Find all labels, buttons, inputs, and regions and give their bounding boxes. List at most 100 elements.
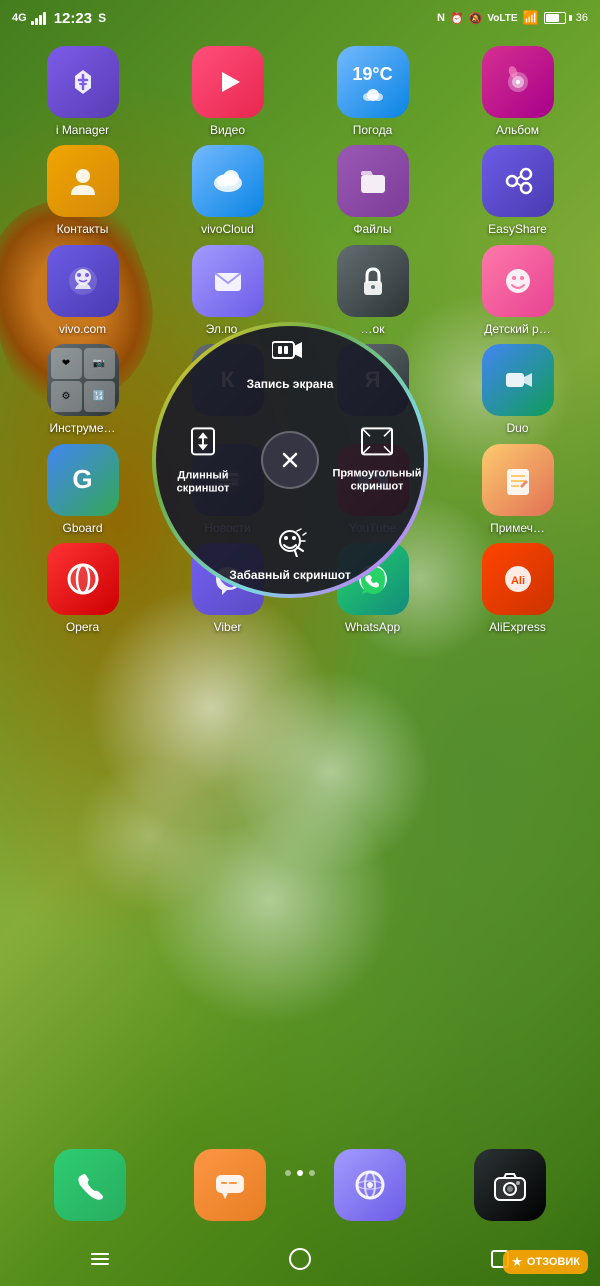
vivocloud-label: vivoCloud	[201, 222, 254, 236]
vivocom-icon[interactable]	[47, 245, 119, 317]
video-svg	[208, 62, 248, 102]
contacts-svg	[63, 161, 103, 201]
easyshare-icon[interactable]	[482, 145, 554, 217]
weather-icon[interactable]: 19°C	[337, 46, 409, 118]
signal-indicator: 4G	[12, 12, 27, 24]
fun-screenshot-svg	[273, 527, 307, 557]
tools-icon[interactable]: ❤ 📷 ⚙ 🔢	[47, 344, 119, 416]
app-contacts[interactable]: Контакты	[23, 145, 143, 236]
weather-temp: 19°C	[352, 64, 392, 85]
tools-label: Инструме…	[49, 421, 115, 435]
app-aliexpress[interactable]: Ali AliExpress	[458, 543, 578, 634]
app-opera[interactable]: Opera	[23, 543, 143, 634]
app-imanager[interactable]: i Manager	[23, 46, 143, 137]
aliexpress-label: AliExpress	[489, 620, 546, 634]
battery-body	[544, 12, 566, 24]
app-duo[interactable]: Duo	[458, 344, 578, 435]
email-svg	[208, 261, 248, 301]
email-icon[interactable]	[192, 245, 264, 317]
app-tools[interactable]: ❤ 📷 ⚙ 🔢 Инструме…	[23, 344, 143, 435]
opera-label: Opera	[66, 620, 99, 634]
battery: 36	[544, 12, 588, 24]
vivocloud-icon[interactable]	[192, 145, 264, 217]
nav-home-svg	[288, 1247, 312, 1271]
lock-icon[interactable]	[337, 245, 409, 317]
easyshare-label: EasyShare	[488, 222, 547, 236]
files-label: Файлы	[353, 222, 391, 236]
gboard-icon[interactable]: G	[47, 444, 119, 516]
lock-svg	[353, 261, 393, 301]
app-vivocom[interactable]: vivo.com	[23, 245, 143, 336]
bar3	[39, 15, 42, 25]
app-weather[interactable]: 19°C Погода	[313, 46, 433, 137]
tools-mini-3: ⚙	[51, 381, 82, 412]
notes-svg	[498, 460, 538, 500]
menu-record[interactable]: Запись экрана	[225, 338, 355, 391]
battery-level: 36	[576, 12, 588, 24]
aliexpress-icon[interactable]: Ali	[482, 543, 554, 615]
app-album[interactable]: Альбом	[458, 46, 578, 137]
rect-screenshot-label: Прямоугольный скриншот	[332, 467, 422, 493]
duo-icon[interactable]	[482, 344, 554, 416]
watermark-text: ОТЗОВИК	[527, 1256, 580, 1268]
app-notes[interactable]: Примеч…	[458, 444, 578, 535]
bar2	[35, 18, 38, 25]
duo-svg	[498, 360, 538, 400]
tools-mini-1: ❤	[51, 348, 82, 379]
record-svg	[272, 338, 308, 366]
menu-close-button[interactable]	[261, 431, 319, 489]
video-icon[interactable]	[192, 46, 264, 118]
nav-home[interactable]	[275, 1234, 325, 1284]
files-svg	[353, 161, 393, 201]
bar1	[31, 21, 34, 25]
tools-mini-2: 📷	[84, 348, 115, 379]
app-row-1: i Manager Видео 19°C Погода	[10, 46, 590, 137]
signal-bars	[31, 11, 46, 25]
dock-camera-icon[interactable]	[474, 1149, 546, 1221]
dock-phone[interactable]	[30, 1149, 150, 1226]
dock-phone-icon[interactable]	[54, 1149, 126, 1221]
album-label: Альбом	[496, 123, 539, 137]
kids-icon[interactable]	[482, 245, 554, 317]
app-vivocloud[interactable]: vivoCloud	[168, 145, 288, 236]
app-video[interactable]: Видео	[168, 46, 288, 137]
menu-rect-screenshot[interactable]: Прямоугольный скриншот	[332, 426, 422, 493]
app-gboard[interactable]: G Gboard	[23, 444, 143, 535]
menu-fun-screenshot[interactable]: Забавный скриншот	[225, 527, 355, 582]
watermark: ★ ОТЗОВИК	[503, 1250, 588, 1274]
dock-jovi-icon[interactable]	[334, 1149, 406, 1221]
files-icon[interactable]	[337, 145, 409, 217]
whatsapp-label: WhatsApp	[345, 620, 400, 634]
app-row-2: Контакты vivoCloud Файлы	[10, 145, 590, 236]
dock-messages-icon[interactable]	[194, 1149, 266, 1221]
tools-mini-4: 🔢	[84, 381, 115, 412]
notes-icon[interactable]	[482, 444, 554, 516]
app-kids[interactable]: Детский р…	[458, 245, 578, 336]
kids-label: Детский р…	[484, 322, 550, 336]
album-icon[interactable]	[482, 46, 554, 118]
messages-svg	[210, 1165, 250, 1205]
opera-icon[interactable]	[47, 543, 119, 615]
bottom-dock	[0, 1149, 600, 1226]
dock-messages[interactable]	[170, 1149, 290, 1226]
dock-camera[interactable]	[450, 1149, 570, 1226]
camera-svg	[490, 1165, 530, 1205]
viber-label: Viber	[214, 620, 242, 634]
nav-back[interactable]	[75, 1234, 125, 1284]
app-easyshare[interactable]: EasyShare	[458, 145, 578, 236]
watermark-icon: ★	[511, 1254, 523, 1270]
volte-icon: VoLTE	[487, 13, 517, 24]
contacts-icon[interactable]	[47, 145, 119, 217]
app-files[interactable]: Файлы	[313, 145, 433, 236]
battery-tip	[569, 15, 572, 21]
long-screenshot-svg	[188, 424, 218, 458]
dock-jovi[interactable]	[310, 1149, 430, 1226]
status-left: 4G 12:23 S	[12, 10, 106, 27]
menu-long-screenshot[interactable]: Длинный скриншот	[158, 424, 248, 495]
imanager-icon[interactable]	[47, 46, 119, 118]
easyshare-svg	[498, 161, 538, 201]
phone-svg	[70, 1165, 110, 1205]
imanager-label: i Manager	[56, 123, 109, 137]
notes-label: Примеч…	[490, 521, 545, 535]
weather-label: Погода	[353, 123, 393, 137]
